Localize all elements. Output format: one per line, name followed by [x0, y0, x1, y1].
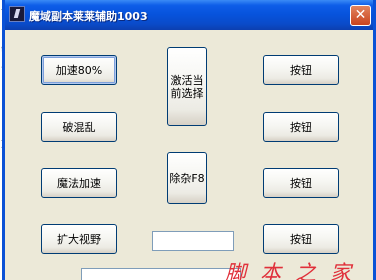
close-button[interactable]: ✕ [350, 5, 371, 26]
value-input[interactable] [152, 231, 234, 251]
app-icon [9, 6, 25, 22]
window-title: 魔域副本莱莱辅助1003 [29, 10, 148, 23]
close-icon: ✕ [354, 7, 367, 23]
title-bar[interactable]: 魔域副本莱莱辅助1003 ✕ [5, 0, 373, 30]
activate-current-selection-button[interactable]: 激活当 前选择 [167, 47, 207, 126]
magic-speed-button[interactable]: 魔法加速 [41, 168, 117, 198]
button-4[interactable]: 按钮 [263, 224, 339, 254]
expand-view-button[interactable]: 扩大视野 [41, 224, 117, 254]
helper-dialog: 魔域副本莱莱辅助1003 ✕ 加速80% 激活当 前选择 按钮 破混乱 按钮 魔… [2, 0, 376, 280]
speed-up-button[interactable]: 加速80% [41, 55, 117, 85]
button-3[interactable]: 按钮 [263, 168, 339, 198]
button-2[interactable]: 按钮 [263, 112, 339, 142]
status-box [81, 268, 241, 280]
button-1[interactable]: 按钮 [263, 55, 339, 85]
watermark: 脚本之家 [225, 261, 365, 280]
remove-misc-button[interactable]: 除杂F8 [167, 152, 207, 204]
screen: 记 t 里 文 魔域副本莱莱辅助1003 ✕ 加速80% 激活当 前选择 按钮 … [0, 0, 376, 280]
break-chaos-button[interactable]: 破混乱 [41, 112, 117, 142]
